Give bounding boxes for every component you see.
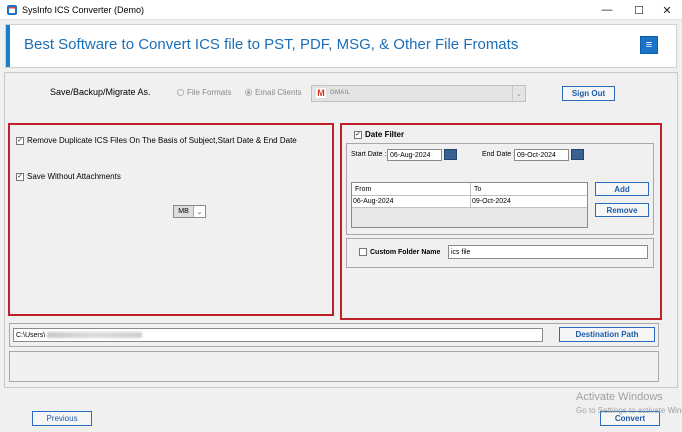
radio-file-formats[interactable]: File Formats bbox=[177, 88, 231, 97]
save-as-label: Save/Backup/Migrate As. bbox=[50, 87, 151, 97]
radio-label: File Formats bbox=[187, 88, 232, 97]
banner-accent-bar bbox=[6, 25, 10, 67]
email-client-value: GMAIL bbox=[330, 90, 351, 96]
email-client-dropdown[interactable]: M GMAIL ⌄ bbox=[311, 85, 526, 102]
checkbox-unchecked[interactable] bbox=[359, 248, 367, 256]
column-header-from: From bbox=[355, 186, 372, 193]
window-title: SysInfo ICS Converter (Demo) bbox=[22, 5, 145, 15]
status-area bbox=[9, 351, 659, 382]
app-icon bbox=[7, 5, 17, 15]
custom-folder-option[interactable]: Custom Folder Name bbox=[359, 248, 440, 256]
options-panel bbox=[8, 123, 334, 316]
column-header-to: To bbox=[474, 186, 482, 193]
header-banner: Best Software to Convert ICS file to PST… bbox=[5, 24, 677, 68]
table-cell-to: 09-Oct-2024 bbox=[472, 198, 511, 205]
previous-button[interactable]: Previous bbox=[32, 411, 92, 426]
maximize-button[interactable]: ☐ bbox=[624, 0, 654, 20]
table-header-row: From To bbox=[352, 183, 587, 196]
save-without-attachments-label: Save Without Attachments bbox=[27, 172, 121, 181]
remove-date-range-button[interactable]: Remove bbox=[595, 203, 649, 217]
end-date-field[interactable]: 09-Oct-2024 bbox=[514, 149, 569, 161]
custom-folder-label: Custom Folder Name bbox=[370, 248, 441, 256]
column-divider bbox=[470, 196, 471, 207]
activation-watermark-subtitle: Go to Settings to activate Windows. bbox=[576, 406, 682, 415]
radio-label: Email Clients bbox=[255, 88, 302, 97]
gmail-logo-icon: M bbox=[315, 87, 327, 99]
date-range-table: From To 06-Aug-2024 09-Oct-2024 bbox=[351, 182, 588, 228]
end-date-label: End Date : bbox=[482, 151, 516, 158]
checkbox-checked[interactable]: ✓ bbox=[16, 136, 24, 145]
radio-email-clients[interactable]: Email Clients bbox=[245, 88, 302, 97]
custom-folder-input[interactable]: ics file bbox=[448, 245, 648, 259]
chevron-down-icon: ⌄ bbox=[196, 208, 203, 216]
destination-path-value: C:\Users\ bbox=[16, 331, 46, 339]
checkbox-checked[interactable]: ✓ bbox=[354, 130, 362, 139]
activation-watermark-title: Activate Windows bbox=[576, 391, 663, 403]
remove-duplicate-option[interactable]: ✓ Remove Duplicate ICS Files On The Basi… bbox=[16, 136, 297, 145]
menu-icon[interactable]: ≡ bbox=[640, 36, 658, 54]
destination-path-field[interactable]: C:\Users\ bbox=[13, 328, 543, 342]
remove-duplicate-label: Remove Duplicate ICS Files On The Basis … bbox=[27, 136, 297, 145]
start-date-label: Start Date : bbox=[351, 151, 387, 158]
start-date-field[interactable]: 06-Aug-2024 bbox=[387, 149, 442, 161]
radio-circle-selected bbox=[245, 89, 252, 96]
title-bar: SysInfo ICS Converter (Demo) — ☐ ✕ bbox=[0, 0, 682, 20]
column-divider bbox=[470, 183, 471, 195]
calendar-icon[interactable] bbox=[571, 149, 584, 160]
save-without-attachments-option[interactable]: ✓ Save Without Attachments bbox=[16, 172, 121, 181]
destination-path-button[interactable]: Destination Path bbox=[559, 327, 655, 342]
size-unit-dropdown[interactable]: MB ⌄ bbox=[173, 205, 206, 218]
chevron-down-icon: ⌄ bbox=[512, 86, 525, 101]
add-date-range-button[interactable]: Add bbox=[595, 182, 649, 196]
checkbox-checked[interactable]: ✓ bbox=[16, 172, 24, 181]
calendar-icon[interactable] bbox=[444, 149, 457, 160]
date-filter-label: Date Filter bbox=[365, 130, 405, 139]
date-filter-option[interactable]: ✓ Date Filter bbox=[354, 130, 404, 139]
sign-out-button[interactable]: Sign Out bbox=[562, 86, 615, 101]
radio-circle bbox=[177, 89, 184, 96]
blurred-path-segment bbox=[47, 332, 143, 338]
table-cell-from: 06-Aug-2024 bbox=[353, 198, 394, 205]
size-unit-value: MB bbox=[174, 206, 194, 217]
close-button[interactable]: ✕ bbox=[652, 0, 682, 20]
table-row[interactable]: 06-Aug-2024 09-Oct-2024 bbox=[352, 196, 587, 208]
banner-title: Best Software to Convert ICS file to PST… bbox=[24, 36, 519, 53]
minimize-button[interactable]: — bbox=[592, 0, 622, 20]
